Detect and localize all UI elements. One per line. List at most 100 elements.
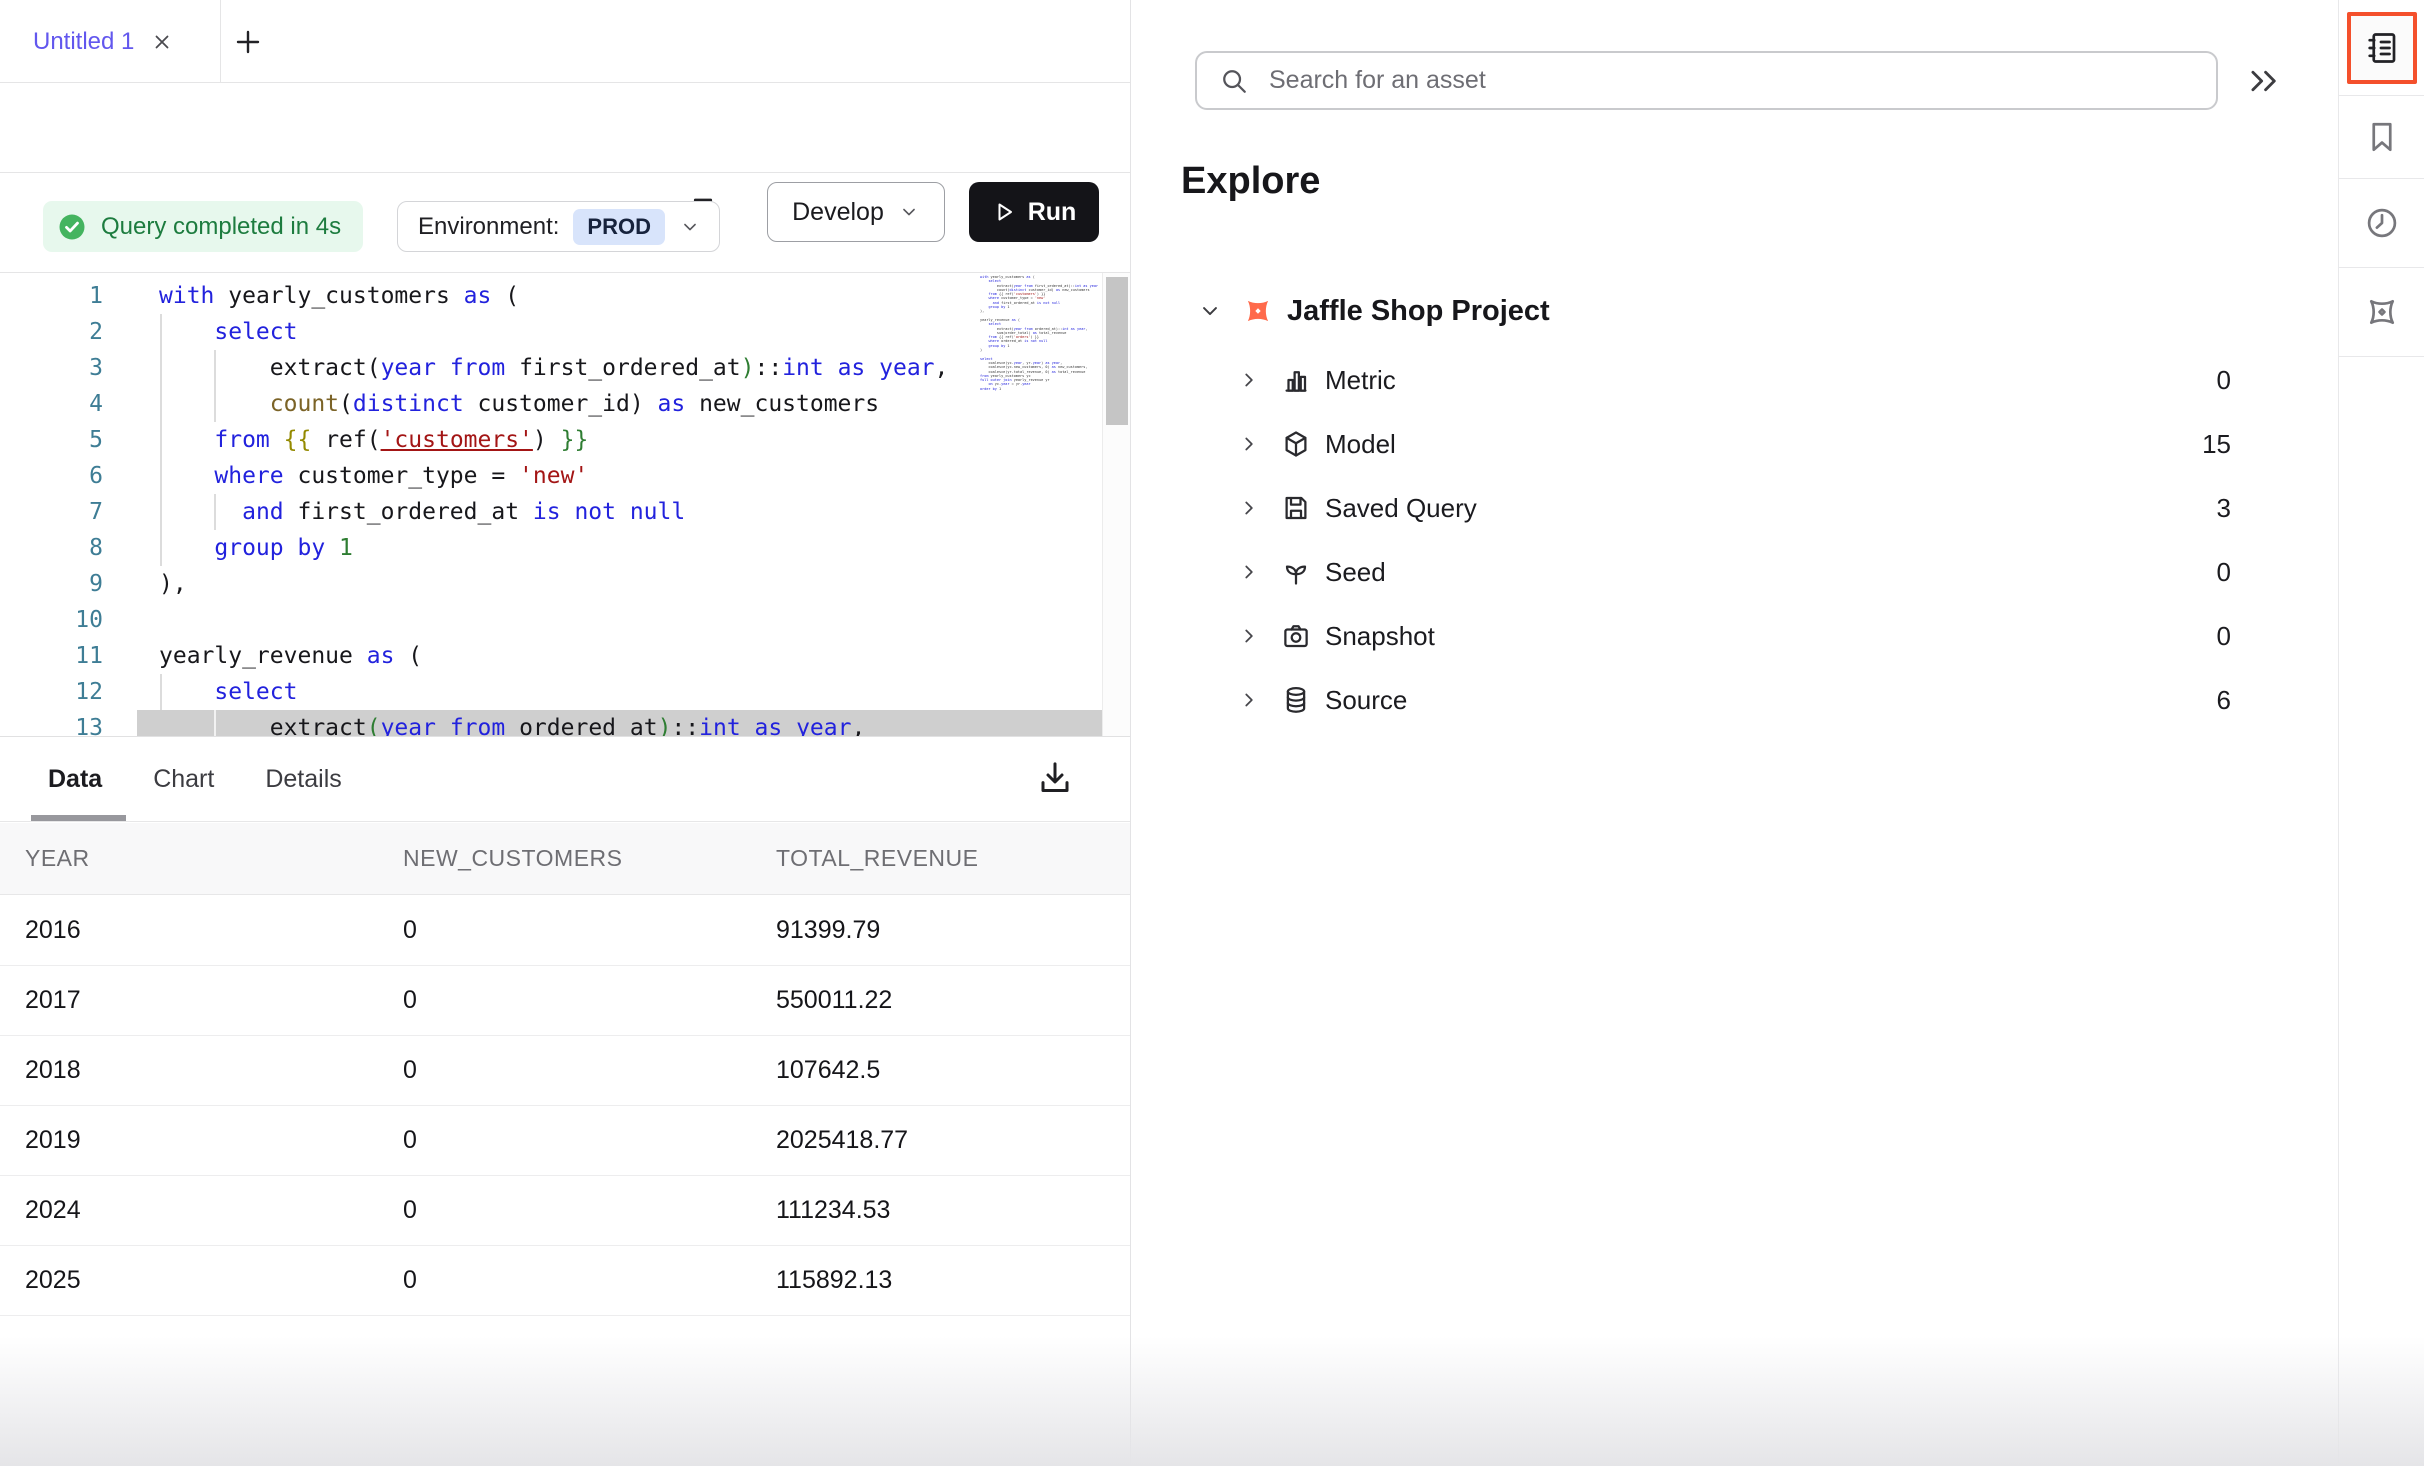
table-cell: 2024 (25, 1196, 403, 1225)
code-line: 3 extract(year from first_ordered_at)::i… (0, 350, 1130, 386)
snapshot-icon (1281, 621, 1311, 651)
results-tab-data[interactable]: Data (48, 765, 102, 794)
table-cell: 115892.13 (776, 1266, 1130, 1295)
code-line: 11yearly_revenue as ( (0, 638, 1130, 674)
develop-dropdown[interactable]: Develop (767, 182, 945, 242)
table-cell: 111234.53 (776, 1196, 1130, 1225)
query-status-text: Query completed in 4s (101, 213, 341, 241)
tree-item-label: Snapshot (1325, 621, 1435, 652)
code-text: select (103, 314, 297, 350)
code-line: 9), (0, 566, 1130, 602)
code-text: where customer_type = 'new' (103, 458, 588, 494)
tree-item-model[interactable]: Model 15 (1131, 412, 2291, 476)
sql-code-editor[interactable]: 1with yearly_customers as (2 select3 ext… (0, 272, 1130, 737)
tree-item-label: Seed (1325, 557, 1386, 588)
code-text: and first_ordered_at is not null (103, 494, 685, 530)
code-text: yearly_revenue as ( (103, 638, 422, 674)
tree-item-snapshot[interactable]: Snapshot0 (1131, 604, 2291, 668)
chevron-right-icon (1237, 432, 1261, 456)
editor-toolbar: Develop Run (0, 83, 1130, 173)
code-line: 8 group by 1 (0, 530, 1130, 566)
tree-item-count: 0 (2217, 365, 2231, 396)
download-icon[interactable] (1035, 758, 1075, 800)
asset-search[interactable] (1195, 51, 2218, 110)
editor-scrollbar[interactable] (1102, 273, 1130, 737)
code-text: group by 1 (103, 530, 353, 566)
line-number: 12 (0, 674, 103, 710)
chevron-down-icon (679, 216, 701, 238)
chevron-right-icon (1237, 624, 1261, 648)
code-text: extract(year from ordered_at)::int as ye… (103, 710, 865, 737)
table-row: 2016091399.79 (0, 896, 1130, 966)
editor-tab-untitled[interactable]: Untitled 1 (0, 0, 194, 83)
table-cell: 2016 (25, 916, 403, 945)
project-tree-root[interactable]: Jaffle Shop Project (1131, 288, 2291, 334)
table-row: 20240111234.53 (0, 1176, 1130, 1246)
explore-title: Explore (1181, 160, 1320, 203)
tree-item-label: Model (1325, 429, 1396, 460)
results-table-header: YEARNEW_CUSTOMERSTOTAL_REVENUE (0, 823, 1130, 895)
column-header: TOTAL_REVENUE (776, 845, 1130, 872)
scrollbar-thumb[interactable] (1106, 277, 1128, 425)
rail-button-catalog[interactable] (2339, 0, 2424, 96)
tree-item-count: 15 (2202, 429, 2231, 460)
environment-label: Environment: (418, 213, 559, 241)
close-icon[interactable] (150, 30, 174, 54)
metric-icon (1281, 365, 1311, 395)
tree-item-count: 0 (2217, 557, 2231, 588)
code-line-selected: 13 extract(year from ordered_at)::int as… (0, 710, 1130, 737)
code-lines: 1with yearly_customers as (2 select3 ext… (0, 278, 1130, 737)
table-cell: 0 (403, 1056, 776, 1085)
code-text: select (103, 674, 297, 710)
code-line: 12 select (0, 674, 1130, 710)
editor-tab-bar: Untitled 1 (0, 0, 1130, 83)
line-number: 6 (0, 458, 103, 494)
active-rail-highlight (2347, 12, 2417, 84)
line-number: 13 (0, 710, 103, 737)
table-cell: 2025 (25, 1266, 403, 1295)
play-icon (992, 200, 1016, 224)
tree-item-seed[interactable]: Seed 0 (1131, 540, 2291, 604)
editor-minimap[interactable]: with yearly_customers as ( select extrac… (980, 275, 1098, 415)
line-number: 1 (0, 278, 103, 314)
results-tab-chart[interactable]: Chart (153, 765, 214, 794)
code-text: from {{ ref('customers') }} (103, 422, 588, 458)
table-row: 20180107642.5 (0, 1036, 1130, 1106)
catalog-icon (2364, 30, 2400, 66)
tree-item-label: Metric (1325, 365, 1396, 396)
run-button[interactable]: Run (969, 182, 1099, 242)
tree-item-metric[interactable]: Metric 0 (1131, 348, 2291, 412)
code-text (103, 602, 159, 638)
tree-item-source[interactable]: Source6 (1131, 668, 2291, 732)
minimap-code: with yearly_customers as ( select extrac… (980, 275, 1098, 391)
code-line: 10 (0, 602, 1130, 638)
collapse-panel-icon[interactable] (2245, 62, 2283, 100)
saved-query-icon (1281, 493, 1311, 523)
results-tab-details[interactable]: Details (265, 765, 341, 794)
tree-item-saved-query[interactable]: Saved Query3 (1131, 476, 2291, 540)
app-root: Untitled 1 Develop Run Query completed i… (0, 0, 2424, 1466)
line-number: 5 (0, 422, 103, 458)
results-tab-bar: Data Chart Details (0, 737, 1130, 822)
rail-button-dbt-logo[interactable] (2339, 268, 2424, 357)
new-tab-button[interactable] (232, 26, 264, 58)
search-input[interactable] (1267, 65, 2216, 96)
source-icon (1281, 685, 1311, 715)
code-line: 6 where customer_type = 'new' (0, 458, 1130, 494)
code-text: count(distinct customer_id) as new_custo… (103, 386, 879, 422)
tab-divider (220, 0, 221, 83)
code-text: with yearly_customers as ( (103, 278, 519, 314)
line-number: 10 (0, 602, 103, 638)
rail-button-history[interactable] (2339, 179, 2424, 268)
table-cell: 0 (403, 1196, 776, 1225)
table-cell: 550011.22 (776, 986, 1130, 1015)
bookmark-icon (2364, 119, 2400, 155)
chevron-down-icon (898, 201, 920, 223)
line-number: 8 (0, 530, 103, 566)
environment-select[interactable]: Environment: PROD (397, 201, 720, 252)
code-text: ), (103, 566, 187, 602)
column-header: YEAR (25, 845, 403, 872)
tree-item-label: Saved Query (1325, 493, 1477, 524)
rail-button-bookmark[interactable] (2339, 96, 2424, 179)
line-number: 3 (0, 350, 103, 386)
